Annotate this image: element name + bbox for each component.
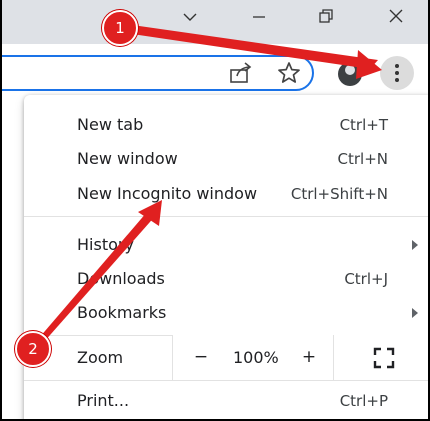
menu-item-bookmarks[interactable]: Bookmarks: [24, 296, 430, 330]
annotation-badge-2: 2: [15, 331, 51, 367]
chevron-down-icon[interactable]: [176, 5, 204, 29]
menu-item-label: History: [77, 235, 134, 254]
restore-icon[interactable]: [312, 5, 340, 29]
zoom-level: 100%: [233, 348, 279, 367]
submenu-arrow-icon: [412, 240, 418, 250]
menu-item-new-incognito-window[interactable]: New Incognito window Ctrl+Shift+N: [24, 177, 430, 211]
menu-item-new-window[interactable]: New window Ctrl+N: [24, 142, 430, 176]
menu-item-shortcut: Ctrl+P: [339, 392, 388, 410]
zoom-divider: [333, 335, 334, 380]
more-vert-icon[interactable]: [380, 56, 414, 90]
star-icon[interactable]: [275, 59, 303, 87]
browser-window: New tab Ctrl+T New window Ctrl+N New Inc…: [0, 0, 430, 421]
menu-item-label: New window: [77, 149, 178, 168]
share-icon[interactable]: [227, 59, 255, 87]
menu-item-print[interactable]: Print... Ctrl+P: [24, 384, 430, 418]
menu-item-shortcut: Ctrl+J: [344, 270, 388, 288]
menu-divider: [24, 216, 430, 217]
menu-item-shortcut: Ctrl+T: [339, 116, 388, 134]
menu-divider: [24, 380, 430, 381]
menu-item-new-tab[interactable]: New tab Ctrl+T: [24, 108, 430, 142]
menu-item-shortcut: Ctrl+Shift+N: [290, 185, 388, 203]
title-bar: [0, 0, 430, 44]
zoom-in-button[interactable]: +: [299, 335, 319, 380]
close-icon[interactable]: [382, 5, 410, 29]
menu-item-history[interactable]: History: [24, 228, 430, 262]
zoom-out-button[interactable]: −: [191, 335, 211, 380]
toolbar: [0, 44, 430, 100]
menu-item-label: New Incognito window: [77, 184, 258, 203]
submenu-arrow-icon: [412, 308, 418, 318]
zoom-controls: − 100% +: [172, 335, 430, 380]
menu-item-label: New tab: [77, 115, 144, 134]
menu-item-label: Bookmarks: [77, 303, 167, 322]
menu-item-downloads[interactable]: Downloads Ctrl+J: [24, 262, 430, 296]
zoom-row: Zoom − 100% +: [24, 335, 430, 380]
fullscreen-icon[interactable]: [373, 347, 395, 369]
profile-icon[interactable]: [338, 62, 362, 86]
menu-item-label: Downloads: [77, 269, 165, 288]
annotation-badge-1: 1: [102, 10, 138, 46]
menu-item-shortcut: Ctrl+N: [337, 150, 388, 168]
address-bar[interactable]: [0, 55, 314, 91]
zoom-label: Zoom: [77, 348, 124, 367]
chrome-menu: New tab Ctrl+T New window Ctrl+N New Inc…: [24, 95, 430, 421]
minimize-icon[interactable]: [245, 5, 273, 29]
menu-item-label: Print...: [77, 391, 130, 410]
